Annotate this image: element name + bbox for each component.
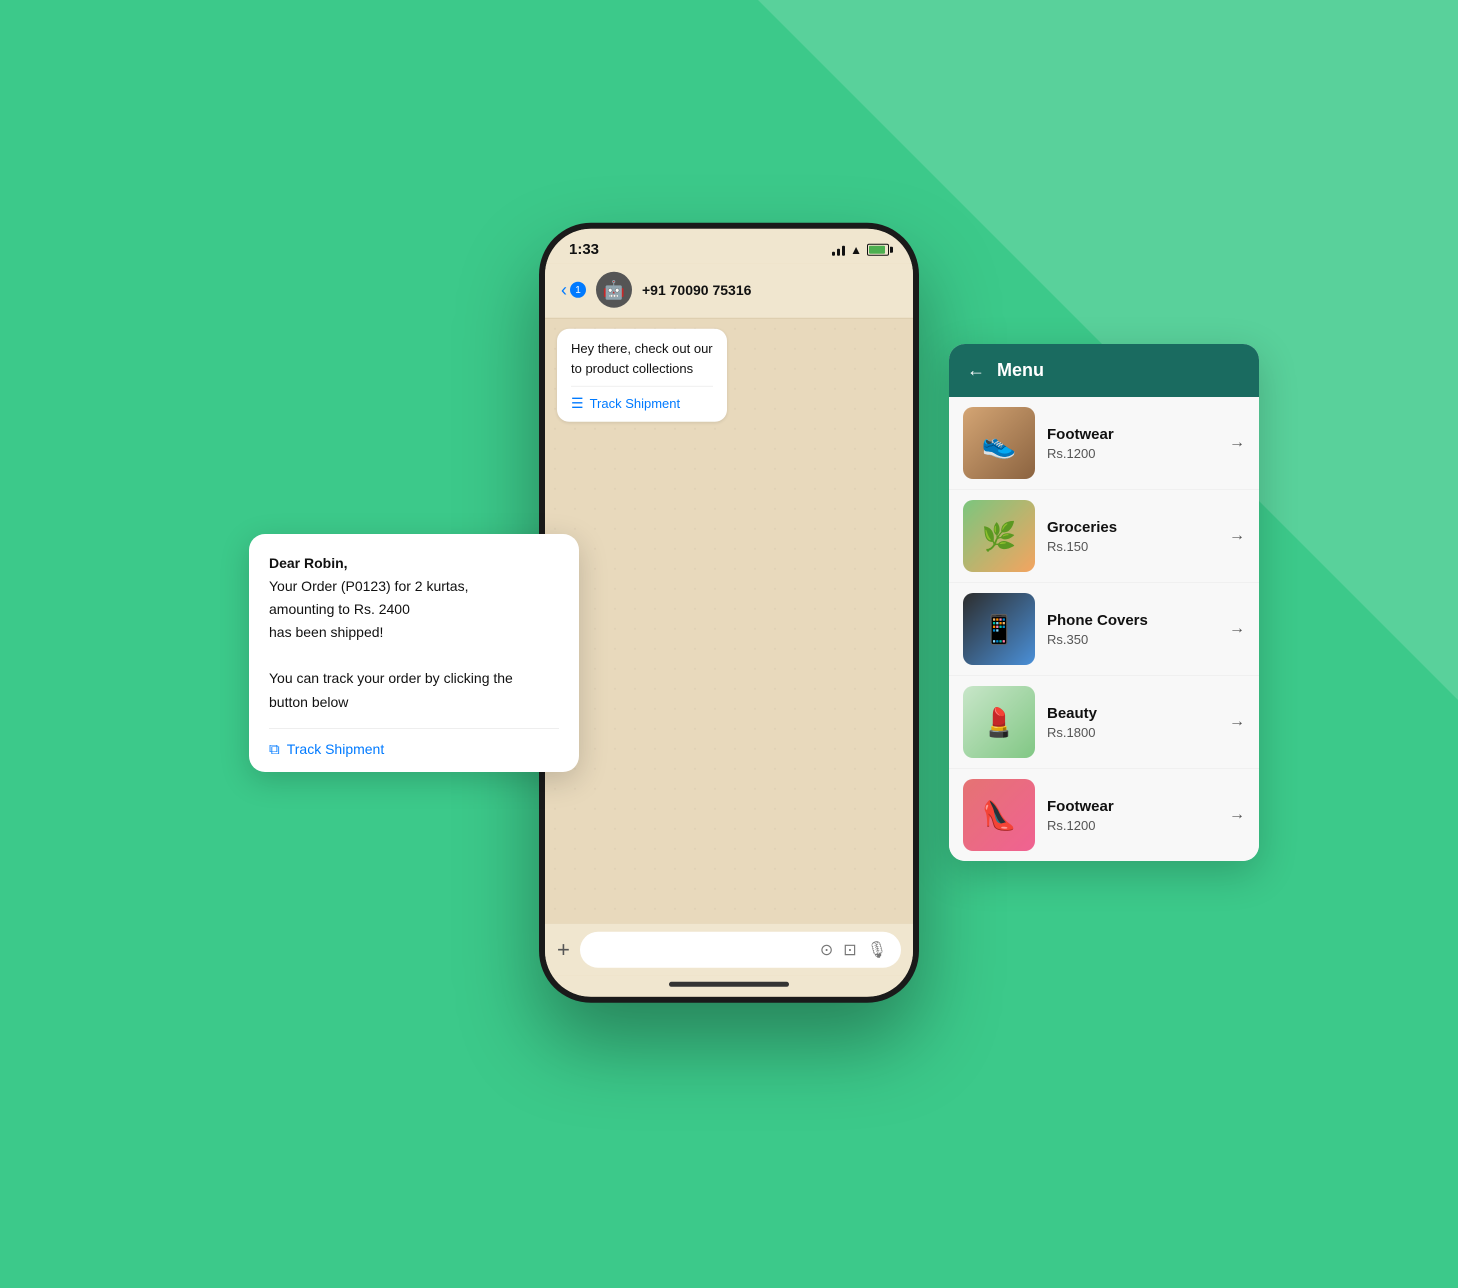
whatsapp-header: ‹ 1 🤖 +91 70090 75316 <box>545 264 913 319</box>
menu-header: ← Menu <box>949 344 1259 397</box>
footwear2-price: Rs.1200 <box>1047 818 1217 833</box>
home-bar <box>669 982 789 987</box>
footwear-price: Rs.1200 <box>1047 446 1217 461</box>
footwear-thumbnail: 👟 <box>963 407 1035 479</box>
beauty-price: Rs.1800 <box>1047 725 1217 740</box>
plus-icon[interactable]: + <box>557 937 570 963</box>
footwear2-thumbnail: 👠 <box>963 779 1035 851</box>
bubble-1-action-label: Track Shipment <box>590 396 681 411</box>
footwear2-arrow-icon: → <box>1229 806 1245 824</box>
message-input[interactable]: ⊙ ⊡ 🎙 <box>580 932 901 968</box>
menu-item-beauty[interactable]: 💄 Beauty Rs.1800 → <box>949 676 1259 769</box>
phone-covers-thumbnail: 📱 <box>963 593 1035 665</box>
menu-title: Menu <box>997 360 1044 381</box>
beauty-arrow-icon: → <box>1229 713 1245 731</box>
status-bar: 1:33 ▲ <box>545 229 913 264</box>
order-line: Your Order (P0123) for 2 kurtas, <box>269 578 468 594</box>
phone-inner: 1:33 ▲ ‹ 1 🤖 <box>545 229 913 997</box>
floating-order-card: Dear Robin, Your Order (P0123) for 2 kur… <box>249 534 579 772</box>
card-track-action[interactable]: ⧉ Track Shipment <box>269 728 559 758</box>
shipped-line: has been shipped! <box>269 624 383 640</box>
contact-avatar: 🤖 <box>596 272 632 308</box>
menu-item-groceries[interactable]: 🌿 Groceries Rs.150 → <box>949 490 1259 583</box>
beauty-icon: 💄 <box>982 706 1017 739</box>
menu-item-footwear2[interactable]: 👠 Footwear Rs.1200 → <box>949 769 1259 861</box>
input-bar: + ⊙ ⊡ 🎙 <box>545 924 913 976</box>
back-button[interactable]: ‹ 1 <box>561 279 586 300</box>
amount-line: amounting to Rs. 2400 <box>269 601 410 617</box>
footwear-info: Footwear Rs.1200 <box>1047 426 1217 461</box>
sticker-icon[interactable]: ⊙ <box>820 940 833 960</box>
phone-covers-name: Phone Covers <box>1047 612 1217 629</box>
input-icons: ⊙ ⊡ 🎙 <box>820 940 887 960</box>
beauty-thumbnail: 💄 <box>963 686 1035 758</box>
battery-icon <box>867 243 889 255</box>
groceries-arrow-icon: → <box>1229 527 1245 545</box>
menu-panel: ← Menu 👟 Footwear Rs.1200 → 🌿 Groceries … <box>949 344 1259 861</box>
track-instruction-1: You can track your order by clicking the <box>269 670 513 686</box>
contact-name: +91 70090 75316 <box>642 282 751 298</box>
scene: 1:33 ▲ ‹ 1 🤖 <box>279 144 1179 1144</box>
menu-back-icon[interactable]: ← <box>967 360 985 381</box>
status-icons: ▲ <box>832 242 889 256</box>
footwear-name: Footwear <box>1047 426 1217 443</box>
bubble-1-text: Hey there, check out ourto product colle… <box>571 339 713 378</box>
phone-covers-info: Phone Covers Rs.350 <box>1047 612 1217 647</box>
order-card-text: Dear Robin, Your Order (P0123) for 2 kur… <box>269 552 559 714</box>
camera-icon[interactable]: ⊡ <box>843 940 856 960</box>
list-icon: ☰ <box>571 395 584 412</box>
chat-area: Hey there, check out ourto product colle… <box>545 319 913 924</box>
status-time: 1:33 <box>569 241 599 258</box>
footwear2-info: Footwear Rs.1200 <box>1047 798 1217 833</box>
groceries-thumbnail: 🌿 <box>963 500 1035 572</box>
groceries-name: Groceries <box>1047 519 1217 536</box>
external-link-icon: ⧉ <box>269 741 280 758</box>
phone-covers-icon: 📱 <box>982 613 1017 646</box>
groceries-icon: 🌿 <box>982 520 1017 553</box>
back-chevron-icon: ‹ <box>561 279 567 300</box>
card-track-label: Track Shipment <box>287 741 385 757</box>
footwear-icon: 👟 <box>982 427 1017 460</box>
beauty-name: Beauty <box>1047 705 1217 722</box>
menu-item-phone-covers[interactable]: 📱 Phone Covers Rs.350 → <box>949 583 1259 676</box>
bot-icon: 🤖 <box>603 279 625 300</box>
wifi-icon: ▲ <box>850 242 862 256</box>
menu-item-footwear[interactable]: 👟 Footwear Rs.1200 → <box>949 397 1259 490</box>
beauty-info: Beauty Rs.1800 <box>1047 705 1217 740</box>
footwear2-name: Footwear <box>1047 798 1217 815</box>
dear-robin: Dear Robin, <box>269 555 348 571</box>
mic-icon[interactable]: 🎙 <box>867 940 887 960</box>
track-instruction-2: button below <box>269 694 348 710</box>
home-indicator <box>545 976 913 997</box>
groceries-info: Groceries Rs.150 <box>1047 519 1217 554</box>
phone-covers-price: Rs.350 <box>1047 632 1217 647</box>
footwear2-icon: 👠 <box>982 799 1017 832</box>
groceries-price: Rs.150 <box>1047 539 1217 554</box>
chat-bubble-1: Hey there, check out ourto product colle… <box>557 329 727 422</box>
back-badge: 1 <box>570 282 586 298</box>
bubble-1-action[interactable]: ☰ Track Shipment <box>571 386 713 412</box>
phone-shell: 1:33 ▲ ‹ 1 🤖 <box>539 223 919 1003</box>
footwear-arrow-icon: → <box>1229 434 1245 452</box>
signal-icon <box>832 243 845 255</box>
phone-covers-arrow-icon: → <box>1229 620 1245 638</box>
